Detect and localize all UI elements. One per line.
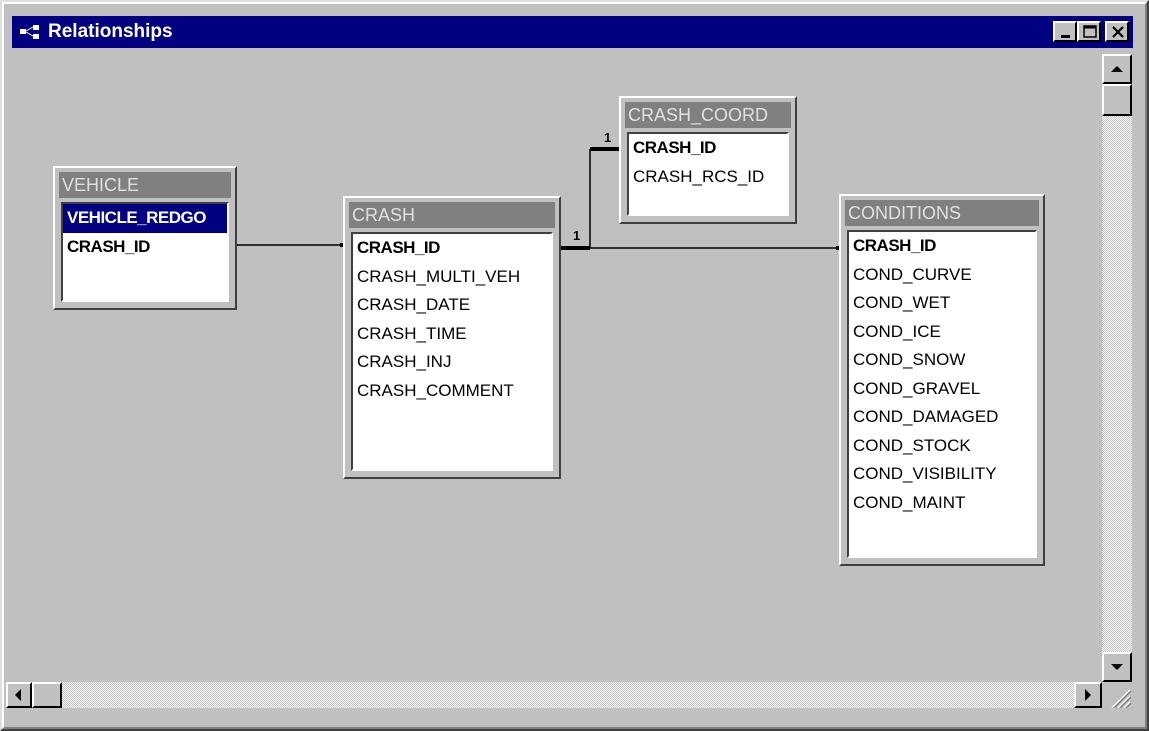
table-title-crash[interactable]: CRASH <box>349 202 555 228</box>
maximize-button[interactable] <box>1077 21 1101 42</box>
field-cond-stock[interactable]: COND_STOCK <box>849 432 1035 461</box>
scroll-right-button[interactable] <box>1074 682 1102 708</box>
relationships-canvas[interactable]: 1 1 VEHICLE VEHICLE_REDGO CRASH_ID CRASH… <box>20 54 1100 680</box>
horizontal-scroll-thumb[interactable] <box>32 682 62 708</box>
close-icon <box>1112 26 1124 38</box>
table-conditions[interactable]: CONDITIONS CRASH_ID COND_CURVE COND_WET … <box>839 194 1045 566</box>
arrow-down-icon <box>1111 664 1123 670</box>
arrow-left-icon <box>15 689 21 701</box>
minimize-button[interactable] <box>1053 21 1077 42</box>
vertical-scrollbar[interactable] <box>1102 54 1132 684</box>
field-cond-ice[interactable]: COND_ICE <box>849 318 1035 347</box>
size-grip-icon <box>1111 689 1132 710</box>
table-title-vehicle[interactable]: VEHICLE <box>59 172 231 198</box>
field-cond-visibility[interactable]: COND_VISIBILITY <box>849 460 1035 489</box>
horizontal-scrollbar[interactable] <box>32 682 1102 708</box>
table-crash-coord[interactable]: CRASH_COORD CRASH_ID CRASH_RCS_ID <box>619 96 797 224</box>
scroll-up-button[interactable] <box>1102 54 1132 84</box>
field-cond-wet[interactable]: COND_WET <box>849 289 1035 318</box>
arrow-up-icon <box>1111 66 1123 72</box>
label-one-coord: 1 <box>604 130 611 145</box>
field-cond-crash-id[interactable]: CRASH_ID <box>849 232 1035 261</box>
maximize-icon <box>1083 25 1097 38</box>
size-grip[interactable] <box>1102 682 1132 710</box>
field-vehicle-redgo[interactable]: VEHICLE_REDGO <box>63 204 227 233</box>
vertical-scroll-thumb[interactable] <box>1102 84 1132 116</box>
field-crash-id[interactable]: CRASH_ID <box>353 234 551 263</box>
label-one-conditions: 1 <box>573 228 580 243</box>
field-crash-date[interactable]: CRASH_DATE <box>353 291 551 320</box>
close-button[interactable] <box>1105 21 1129 42</box>
minimize-icon <box>1061 35 1070 38</box>
field-crash-multi-veh[interactable]: CRASH_MULTI_VEH <box>353 263 551 292</box>
table-vehicle[interactable]: VEHICLE VEHICLE_REDGO CRASH_ID <box>53 166 237 310</box>
window-title: Relationships <box>48 21 173 42</box>
field-crash-inj[interactable]: CRASH_INJ <box>353 348 551 377</box>
table-crash[interactable]: CRASH CRASH_ID CRASH_MULTI_VEH CRASH_DAT… <box>343 196 561 479</box>
field-crash-comment[interactable]: CRASH_COMMENT <box>353 377 551 406</box>
field-list-crash[interactable]: CRASH_ID CRASH_MULTI_VEH CRASH_DATE CRAS… <box>351 232 553 471</box>
field-coord-rcs-id[interactable]: CRASH_RCS_ID <box>629 163 787 192</box>
field-cond-curve[interactable]: COND_CURVE <box>849 261 1035 290</box>
field-list-conditions[interactable]: CRASH_ID COND_CURVE COND_WET COND_ICE CO… <box>847 230 1037 558</box>
scroll-left-button[interactable] <box>6 682 32 708</box>
field-coord-crash-id[interactable]: CRASH_ID <box>629 134 787 163</box>
table-title-conditions[interactable]: CONDITIONS <box>845 200 1039 226</box>
title-bar[interactable]: Relationships <box>12 16 1133 48</box>
field-cond-gravel[interactable]: COND_GRAVEL <box>849 375 1035 404</box>
field-vehicle-crash-id[interactable]: CRASH_ID <box>63 233 227 262</box>
arrow-right-icon <box>1085 689 1091 701</box>
vertical-scroll-track[interactable] <box>1102 54 1132 684</box>
field-list-crash-coord[interactable]: CRASH_ID CRASH_RCS_ID <box>627 132 789 216</box>
horizontal-scroll-track[interactable] <box>32 682 1102 708</box>
field-crash-time[interactable]: CRASH_TIME <box>353 320 551 349</box>
field-list-vehicle[interactable]: VEHICLE_REDGO CRASH_ID <box>61 202 229 302</box>
table-title-crash-coord[interactable]: CRASH_COORD <box>625 102 791 128</box>
field-cond-maint[interactable]: COND_MAINT <box>849 489 1035 518</box>
field-cond-damaged[interactable]: COND_DAMAGED <box>849 403 1035 432</box>
field-cond-snow[interactable]: COND_SNOW <box>849 346 1035 375</box>
relationships-window: Relationships 1 1 VEHICLE VEHICLE_REDGO … <box>0 0 1149 731</box>
relationships-icon <box>20 25 39 39</box>
scroll-down-button[interactable] <box>1102 652 1132 682</box>
